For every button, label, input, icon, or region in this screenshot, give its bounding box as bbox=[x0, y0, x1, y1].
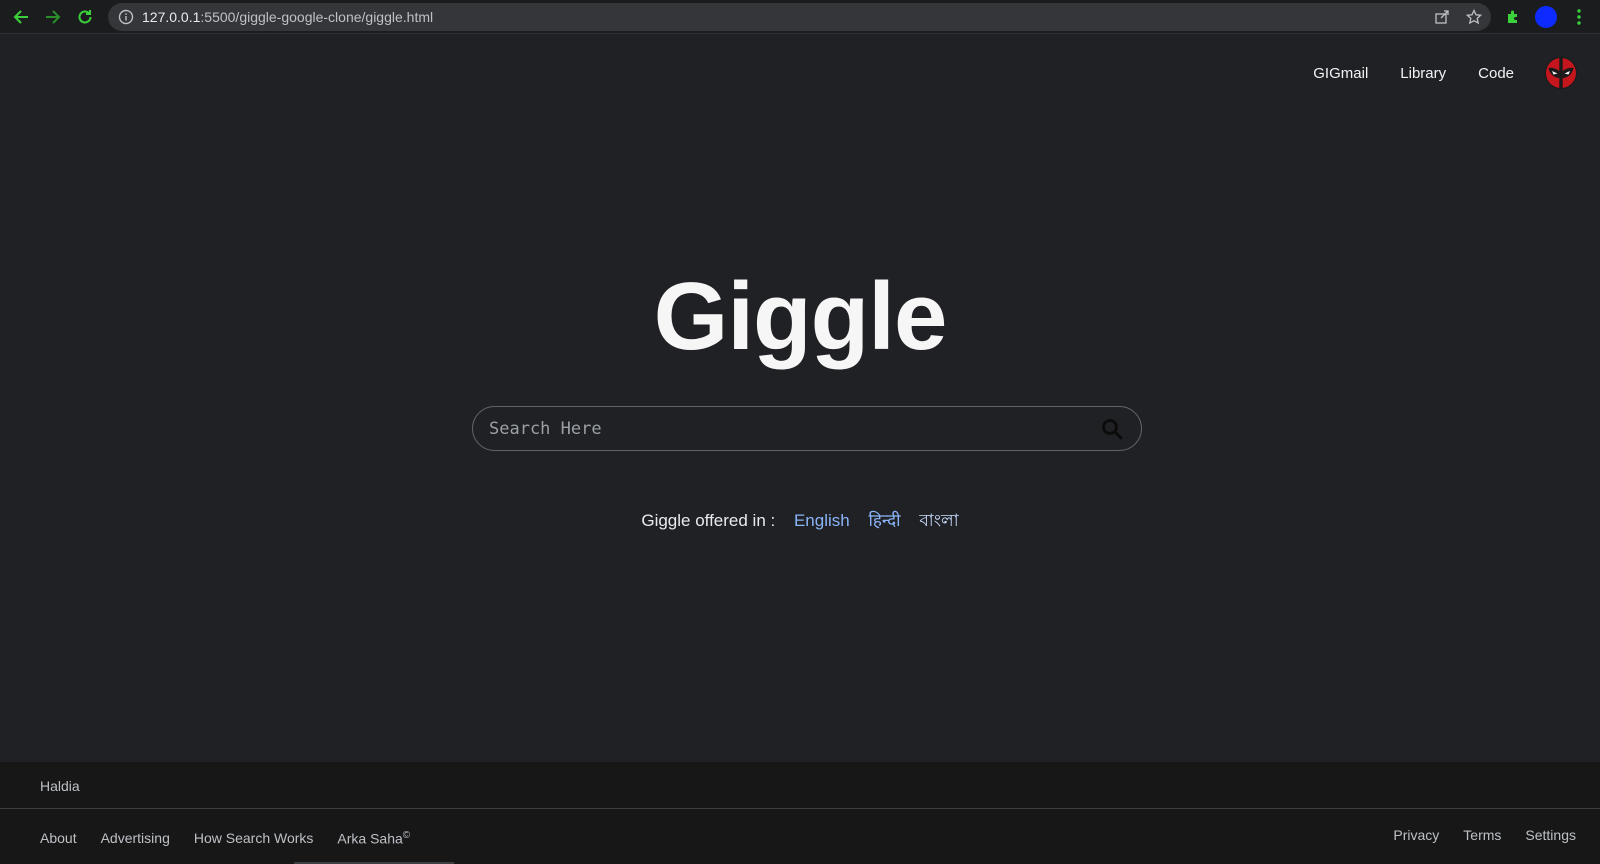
share-icon[interactable] bbox=[1433, 8, 1451, 26]
language-offer: Giggle offered in : English हिन्दी বাংলা bbox=[0, 508, 1600, 536]
extensions-icon[interactable] bbox=[1502, 6, 1524, 28]
code-link[interactable]: Code bbox=[1478, 65, 1514, 82]
author-link[interactable]: Arka Saha© bbox=[337, 830, 410, 847]
reload-icon[interactable] bbox=[74, 6, 96, 28]
footer-left-links: About Advertising How Search Works Arka … bbox=[40, 830, 434, 847]
advertising-link[interactable]: Advertising bbox=[101, 830, 170, 847]
info-icon[interactable] bbox=[118, 9, 134, 25]
footer-links: About Advertising How Search Works Arka … bbox=[0, 810, 1600, 864]
giggle-logo: Giggle bbox=[653, 263, 948, 370]
privacy-link[interactable]: Privacy bbox=[1393, 827, 1439, 843]
settings-link[interactable]: Settings bbox=[1525, 827, 1576, 843]
search-icon[interactable] bbox=[1101, 418, 1123, 440]
copyright-mark: © bbox=[402, 830, 411, 841]
lang-bengali-link[interactable]: বাংলা bbox=[919, 511, 958, 530]
library-link[interactable]: Library bbox=[1400, 65, 1446, 82]
back-arrow-icon[interactable] bbox=[10, 6, 32, 28]
top-nav: GIGmail Library Code bbox=[1313, 56, 1578, 90]
profile-icon[interactable] bbox=[1535, 6, 1557, 28]
deadpool-avatar-icon[interactable] bbox=[1544, 56, 1578, 90]
how-search-works-link[interactable]: How Search Works bbox=[194, 830, 314, 847]
menu-icon[interactable] bbox=[1568, 6, 1590, 28]
forward-arrow-icon[interactable] bbox=[42, 6, 64, 28]
lang-english-link[interactable]: English bbox=[794, 511, 850, 530]
star-icon[interactable] bbox=[1465, 8, 1483, 26]
footer-right-links: Privacy Terms Settings bbox=[1369, 827, 1576, 843]
gigmail-link[interactable]: GIGmail bbox=[1313, 65, 1368, 82]
browser-toolbar: 127.0.0.1:5500/giggle-google-clone/giggl… bbox=[0, 0, 1600, 34]
footer: Haldia About Advertising How Search Work… bbox=[0, 762, 1600, 864]
url-text: 127.0.0.1:5500/giggle-google-clone/giggl… bbox=[142, 9, 434, 25]
lang-hindi-link[interactable]: हिन्दी bbox=[868, 511, 900, 530]
search-box bbox=[472, 406, 1142, 451]
about-link[interactable]: About bbox=[40, 830, 77, 847]
terms-link[interactable]: Terms bbox=[1463, 827, 1501, 843]
offered-label: Giggle offered in : bbox=[641, 511, 776, 530]
address-bar[interactable]: 127.0.0.1:5500/giggle-google-clone/giggl… bbox=[108, 3, 1491, 31]
footer-location: Haldia bbox=[0, 762, 1600, 809]
search-input[interactable] bbox=[489, 407, 1069, 450]
